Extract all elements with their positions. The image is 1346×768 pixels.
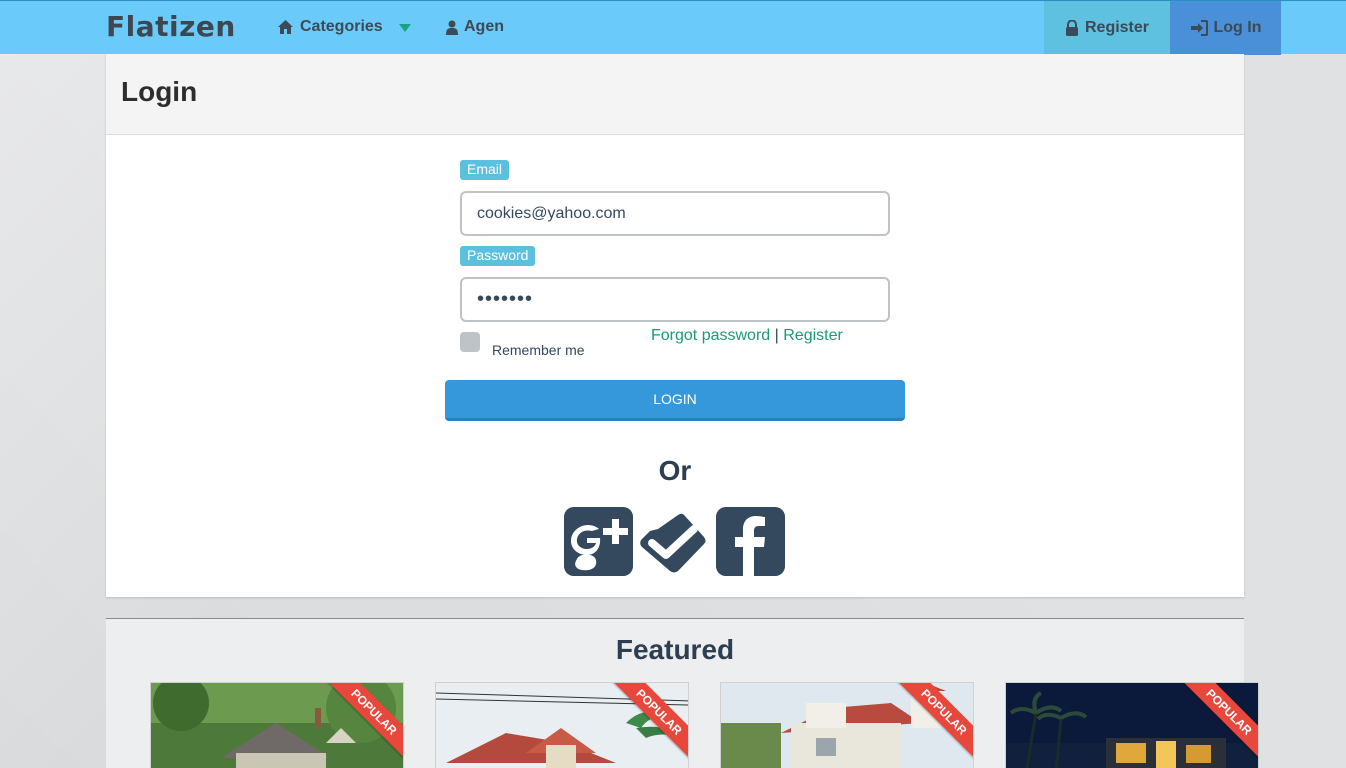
password-label: Password bbox=[460, 246, 536, 266]
brand-logo[interactable]: Flatizen bbox=[106, 10, 236, 43]
nav-categories-label: Categories bbox=[300, 18, 383, 35]
nav-agen[interactable]: Agen bbox=[446, 18, 504, 36]
page-title: Login bbox=[121, 76, 198, 107]
featured-section: Featured POPULAR POPULAR POPULAR POPULAR bbox=[106, 618, 1259, 768]
nav-agen-label: Agen bbox=[464, 18, 504, 35]
nav-categories[interactable]: Categories bbox=[277, 18, 411, 36]
nav-login-label: Log In bbox=[1213, 19, 1262, 36]
or-divider: Or bbox=[658, 455, 692, 486]
featured-card[interactable]: POPULAR bbox=[720, 682, 974, 768]
sign-in-icon bbox=[1190, 20, 1208, 36]
user-icon bbox=[446, 20, 458, 35]
auth-links: Forgot password | Register bbox=[651, 327, 843, 345]
register-link[interactable]: Register bbox=[783, 327, 843, 344]
top-navbar: Flatizen Categories Agen Register Log In bbox=[0, 0, 1346, 55]
chevron-down-icon bbox=[398, 24, 411, 32]
links-separator: | bbox=[774, 327, 779, 344]
login-panel-header bbox=[106, 54, 1244, 135]
login-button[interactable]: LOGIN bbox=[445, 380, 905, 421]
forgot-password-link[interactable]: Forgot password bbox=[651, 327, 770, 344]
nav-login-button[interactable]: Log In bbox=[1170, 1, 1281, 55]
password-field[interactable] bbox=[460, 277, 890, 322]
email-field[interactable] bbox=[460, 191, 890, 236]
featured-title: Featured bbox=[615, 634, 735, 665]
featured-card[interactable]: POPULAR bbox=[150, 682, 404, 768]
email-label: Email bbox=[460, 160, 510, 180]
home-icon bbox=[278, 20, 293, 34]
facebook-icon[interactable] bbox=[716, 507, 785, 576]
lock-icon bbox=[1065, 20, 1078, 36]
remember-me-label: Remember me bbox=[492, 342, 585, 358]
featured-card[interactable]: POPULAR bbox=[1005, 682, 1259, 768]
nav-register-button[interactable]: Register bbox=[1044, 1, 1170, 55]
nav-register-label: Register bbox=[1084, 19, 1150, 36]
google-plus-icon[interactable] bbox=[564, 507, 633, 576]
remember-me-checkbox[interactable] bbox=[460, 332, 480, 352]
login-panel: Login Email Password Remember me Forgot … bbox=[106, 54, 1244, 597]
featured-card[interactable]: POPULAR bbox=[435, 682, 689, 768]
foursquare-check-icon[interactable] bbox=[638, 507, 707, 576]
